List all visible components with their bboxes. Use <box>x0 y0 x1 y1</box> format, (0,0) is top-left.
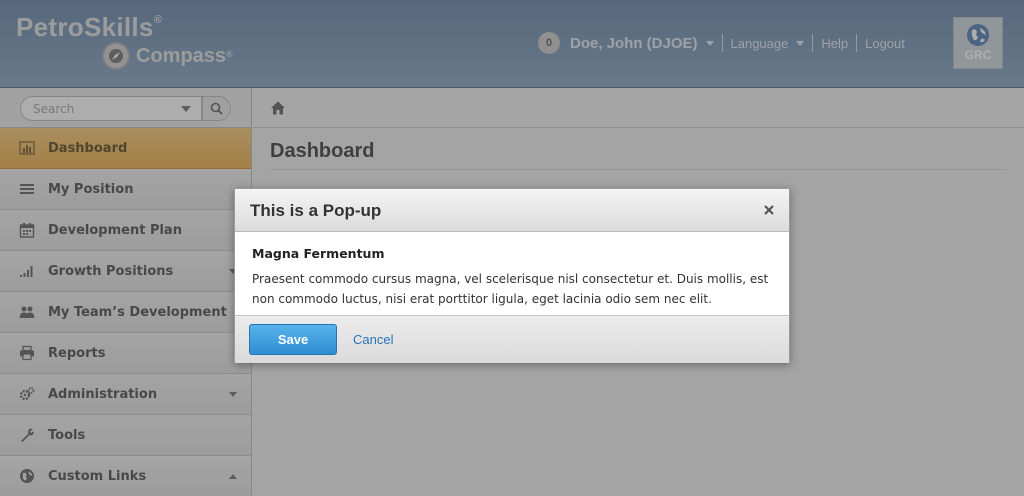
dialog-body: Magna Fermentum Praesent commodo cursus … <box>235 232 789 315</box>
dialog-footer: Save Cancel <box>235 315 789 363</box>
close-button[interactable] <box>762 203 776 217</box>
dialog-title: This is a Pop-up <box>250 201 382 220</box>
dialog-body-text: Praesent commodo cursus magna, vel scele… <box>252 272 769 306</box>
cancel-link[interactable]: Cancel <box>353 332 393 347</box>
dialog-body-heading: Magna Fermentum <box>252 246 385 261</box>
dialog-header: This is a Pop-up <box>235 189 789 232</box>
save-button[interactable]: Save <box>249 324 337 355</box>
close-icon <box>764 205 774 215</box>
popup-dialog: This is a Pop-up Magna Fermentum Praesen… <box>234 188 790 363</box>
